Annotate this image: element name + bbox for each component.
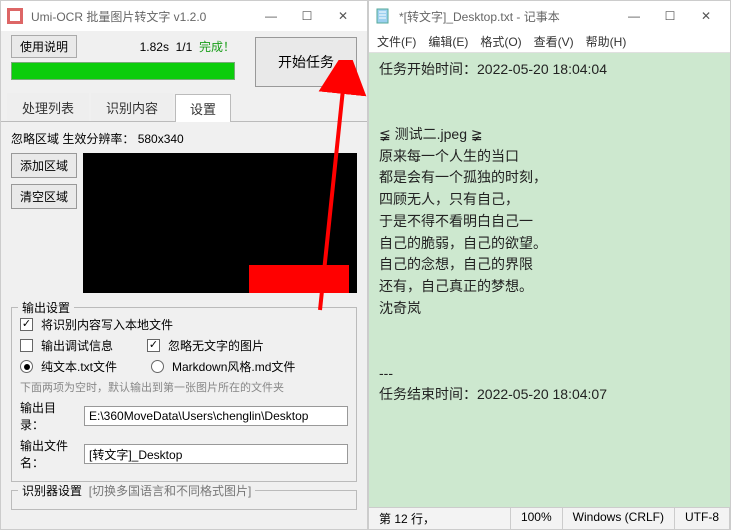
- label-ignore-empty: 忽略无文字的图片: [168, 337, 264, 354]
- status-zoom: 100%: [511, 508, 563, 529]
- progress-count: 1/1: [176, 40, 193, 54]
- notepad-statusbar: 第 12 行， 100% Windows (CRLF) UTF-8: [369, 507, 730, 529]
- notepad-icon: [375, 8, 391, 24]
- tabs: 处理列表 识别内容 设置: [1, 93, 367, 122]
- input-output-name[interactable]: [84, 444, 348, 464]
- ignore-resolution: 580x340: [138, 132, 184, 146]
- tab-settings[interactable]: 设置: [175, 94, 231, 122]
- titlebar-left: Umi-OCR 批量图片转文字 v1.2.0 — ☐ ✕: [1, 1, 367, 31]
- status-text: 1.82s 1/1 完成！: [140, 38, 235, 55]
- radio-markdown[interactable]: [151, 360, 164, 373]
- input-output-dir[interactable]: [84, 406, 348, 426]
- maximize-button[interactable]: ☐: [289, 4, 325, 28]
- label-plain-txt: 纯文本.txt文件: [41, 358, 117, 375]
- notepad-window: *[转文字]_Desktop.txt - 记事本 — ☐ ✕ 文件(F) 编辑(…: [368, 0, 731, 530]
- status-position: 第 12 行，: [369, 508, 511, 529]
- label-markdown: Markdown风格.md文件: [172, 358, 295, 375]
- usage-button[interactable]: 使用说明: [11, 35, 77, 58]
- titlebar-right: *[转文字]_Desktop.txt - 记事本 — ☐ ✕: [369, 1, 730, 31]
- label-output-name: 输出文件名：: [20, 437, 76, 471]
- output-legend: 输出设置: [18, 299, 74, 316]
- done-label: 完成！: [199, 40, 235, 54]
- app-icon: [7, 8, 23, 24]
- notepad-title: *[转文字]_Desktop.txt - 记事本: [395, 8, 616, 25]
- status-eol: Windows (CRLF): [563, 508, 675, 529]
- notepad-menubar: 文件(F) 编辑(E) 格式(O) 查看(V) 帮助(H): [369, 31, 730, 53]
- status-encoding: UTF-8: [675, 508, 730, 529]
- menu-file[interactable]: 文件(F): [377, 33, 416, 50]
- recognizer-legend-text: 识别器设置: [22, 484, 82, 498]
- progress-bar: [11, 62, 235, 80]
- tab-content[interactable]: 识别内容: [91, 93, 173, 121]
- menu-format[interactable]: 格式(O): [480, 33, 521, 50]
- notepad-textarea[interactable]: 任务开始时间：2022-05-20 18:04:04 ≨ 测试二.jpeg ≩ …: [369, 53, 730, 507]
- checkbox-ignore-empty[interactable]: [147, 339, 160, 352]
- ignore-preview[interactable]: [83, 153, 357, 293]
- label-write-local: 将识别内容写入本地文件: [41, 316, 173, 333]
- checkbox-debug[interactable]: [20, 339, 33, 352]
- window-title: Umi-OCR 批量图片转文字 v1.2.0: [27, 8, 253, 25]
- output-hint: 下面两项为空时，默认输出到第一张图片所在的文件夹: [20, 377, 348, 397]
- add-area-button[interactable]: 添加区域: [11, 153, 77, 178]
- menu-help[interactable]: 帮助(H): [586, 33, 627, 50]
- tab-queue[interactable]: 处理列表: [7, 93, 89, 121]
- label-debug: 输出调试信息: [41, 337, 113, 354]
- menu-view[interactable]: 查看(V): [534, 33, 574, 50]
- start-task-button[interactable]: 开始任务: [255, 37, 357, 87]
- np-maximize-button[interactable]: ☐: [652, 4, 688, 28]
- settings-panel: 忽略区域 生效分辨率： 580x340 添加区域 清空区域 输出设置 将识别内容…: [1, 122, 367, 529]
- umi-ocr-window: Umi-OCR 批量图片转文字 v1.2.0 — ☐ ✕ 使用说明 1.82s …: [0, 0, 368, 530]
- np-close-button[interactable]: ✕: [688, 4, 724, 28]
- ignore-region-rect: [249, 265, 349, 293]
- np-minimize-button[interactable]: —: [616, 4, 652, 28]
- ignore-area-label: 忽略区域 生效分辨率：: [11, 132, 134, 146]
- checkbox-write-local[interactable]: [20, 318, 33, 331]
- elapsed-time: 1.82s: [140, 40, 169, 54]
- close-button[interactable]: ✕: [325, 4, 361, 28]
- minimize-button[interactable]: —: [253, 4, 289, 28]
- menu-edit[interactable]: 编辑(E): [428, 33, 468, 50]
- label-output-dir: 输出目录：: [20, 399, 76, 433]
- recognizer-note: [切换多国语言和不同格式图片]: [89, 484, 252, 498]
- clear-area-button[interactable]: 清空区域: [11, 184, 77, 209]
- recognizer-legend: 识别器设置 [切换多国语言和不同格式图片]: [18, 482, 255, 499]
- radio-plain-txt[interactable]: [20, 360, 33, 373]
